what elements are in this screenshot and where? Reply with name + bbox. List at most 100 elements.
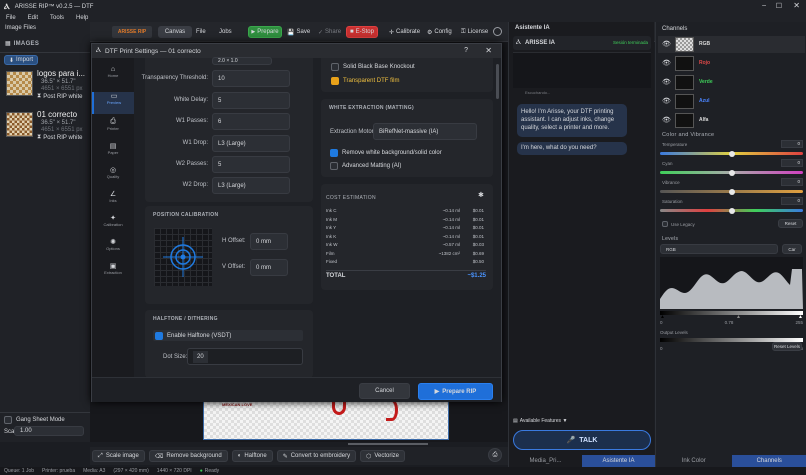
- nav-preview[interactable]: ▭ Preview: [92, 92, 134, 114]
- nav-calibration[interactable]: ✦ Calibration: [92, 214, 134, 234]
- minimize-button[interactable]: –: [762, 2, 766, 9]
- auto-levels-button[interactable]: Car: [782, 244, 802, 254]
- cancel-button[interactable]: Cancel: [359, 383, 410, 399]
- use-legacy-toggle[interactable]: Use Legacy: [662, 221, 695, 227]
- slider-value-box[interactable]: 0: [781, 178, 803, 186]
- halftone-button[interactable]: ◐ Halftone: [231, 450, 273, 462]
- file-item[interactable]: 01 correcto 36.5" × 51.7" 4651 × 6551 px…: [4, 110, 88, 144]
- calibrate-button[interactable]: ✛ Calibrate: [389, 26, 420, 38]
- slider-value-box[interactable]: 0: [781, 159, 803, 167]
- channel-row[interactable]: 👁 Alfa: [658, 112, 805, 129]
- slider-value-box[interactable]: 0: [781, 140, 803, 148]
- dot-size-input[interactable]: 20: [187, 348, 303, 365]
- nav-quality[interactable]: ◎ Quality: [92, 166, 134, 186]
- levels-channel-select[interactable]: RGB: [660, 244, 778, 254]
- halftone-toggle[interactable]: Enable Halftone (VSDT): [153, 330, 303, 341]
- w1-drop-select[interactable]: L3 (Large): [212, 135, 290, 152]
- canvas-scrollbar[interactable]: [348, 443, 428, 445]
- remove-bg-toggle[interactable]: Remove white background/solid color: [330, 148, 476, 158]
- h-offset-input[interactable]: 0 mm: [250, 233, 288, 250]
- remove-bg-checkbox[interactable]: [330, 149, 338, 157]
- dialog-scroll-thumb[interactable]: [496, 64, 499, 99]
- knockout-checkbox[interactable]: [331, 63, 339, 71]
- prepare-button[interactable]: ▶ Prepare: [248, 26, 282, 38]
- file-item[interactable]: logos para i... 36.5" × 51.7" 4651 × 655…: [4, 69, 88, 103]
- embroidery-button[interactable]: ✎ Convert to embroidery: [276, 450, 357, 462]
- scale-image-button[interactable]: ⤢ Scale image: [92, 450, 145, 462]
- nav-options[interactable]: ✺ Options: [92, 238, 134, 258]
- tab-assistant[interactable]: Asistente IA: [582, 455, 655, 467]
- gang-sheet-toggle[interactable]: Gang Sheet Mode: [4, 416, 65, 424]
- w2-drop-select[interactable]: L3 (Large): [212, 177, 290, 194]
- v-offset-input[interactable]: 0 mm: [250, 259, 288, 276]
- w1-passes-input[interactable]: 6: [212, 113, 290, 130]
- transparency-threshold-input[interactable]: 10: [212, 70, 290, 87]
- w2-passes-input[interactable]: 5: [212, 156, 290, 173]
- menu-help[interactable]: Help: [76, 15, 88, 21]
- license-button[interactable]: ⚿ License: [461, 26, 488, 38]
- power-icon[interactable]: [493, 27, 502, 36]
- help-button[interactable]: ?: [464, 47, 468, 54]
- eye-icon[interactable]: 👁: [662, 116, 671, 124]
- slider-knob[interactable]: [728, 207, 735, 214]
- share-button[interactable]: ✓ Share: [318, 26, 341, 38]
- features-toggle[interactable]: ▤ Available Features ▼: [513, 418, 567, 424]
- assistant-input[interactable]: Escuchando...: [513, 90, 651, 97]
- nav-home[interactable]: ⌂ Home: [92, 66, 134, 86]
- gang-checkbox[interactable]: [4, 416, 12, 424]
- engine-select[interactable]: BiRefNet-massive (IA): [373, 123, 477, 140]
- input-levels-track[interactable]: [660, 311, 803, 315]
- slider-track[interactable]: [660, 207, 803, 214]
- use-legacy-checkbox[interactable]: [662, 221, 668, 227]
- white-delay-input[interactable]: 5: [212, 92, 290, 109]
- estop-button[interactable]: ■ E-Stop: [346, 26, 378, 38]
- slider-knob[interactable]: [728, 169, 735, 176]
- tab-channels[interactable]: Channels: [731, 455, 806, 467]
- refresh-icon[interactable]: ✱: [478, 191, 484, 199]
- menu-edit[interactable]: Edit: [28, 15, 38, 21]
- transparent-film-toggle[interactable]: Transparent DTF film: [331, 76, 481, 86]
- maximize-button[interactable]: ☐: [776, 2, 782, 10]
- remove-background-button[interactable]: ⌫ Remove background: [148, 450, 228, 462]
- halftone-checkbox[interactable]: [155, 331, 163, 340]
- eye-icon[interactable]: 👁: [662, 78, 671, 86]
- dialog-scrollbar[interactable]: [502, 58, 505, 377]
- print-icon[interactable]: ⎙: [488, 448, 502, 462]
- calibration-grid[interactable]: [154, 228, 212, 286]
- slider-knob[interactable]: [728, 188, 735, 195]
- prepare-rip-button[interactable]: ▶ Prepare RIP: [418, 383, 493, 400]
- tab-media[interactable]: Media_Pri...: [509, 458, 582, 464]
- top-field[interactable]: 2.0 × 1.0: [212, 57, 272, 65]
- eye-icon[interactable]: 👁: [662, 59, 671, 67]
- vectorize-button[interactable]: ⬡ Vectorize: [360, 450, 406, 462]
- tab-file[interactable]: File: [196, 26, 206, 38]
- close-window-button[interactable]: ✕: [793, 1, 800, 10]
- slider-value-box[interactable]: 0: [781, 197, 803, 205]
- channel-row[interactable]: 👁 Rojo: [658, 55, 805, 72]
- canvas-sheet[interactable]: MEXICAN LOVE: [203, 398, 449, 440]
- channel-row[interactable]: 👁 Azul: [658, 93, 805, 110]
- slider-track[interactable]: [660, 150, 803, 157]
- nav-printer[interactable]: ⎙ Printer: [92, 118, 134, 138]
- menu-file[interactable]: File: [6, 15, 16, 21]
- tab-jobs[interactable]: Jobs: [219, 26, 232, 38]
- transparent-checkbox[interactable]: [331, 77, 339, 85]
- scale-input[interactable]: 1.00: [14, 426, 84, 436]
- nav-extraction[interactable]: ▣ Extraction: [92, 262, 134, 282]
- tab-ink-color[interactable]: Ink Color: [656, 458, 732, 464]
- nav-inks[interactable]: ∠ Inks: [92, 190, 134, 210]
- slider-track[interactable]: [660, 188, 803, 195]
- import-button[interactable]: ⬇ Import: [4, 55, 38, 65]
- tab-canvas[interactable]: Canvas: [158, 26, 192, 38]
- talk-button[interactable]: 🎤 TALK: [513, 430, 651, 450]
- config-button[interactable]: ⚙ Config: [427, 26, 452, 38]
- slider-knob[interactable]: [728, 150, 735, 157]
- eye-icon[interactable]: 👁: [662, 40, 671, 48]
- reset-button[interactable]: Reset: [778, 219, 803, 228]
- channel-row[interactable]: 👁 Verde: [658, 74, 805, 91]
- eye-icon[interactable]: 👁: [662, 97, 671, 105]
- menu-tools[interactable]: Tools: [50, 15, 64, 21]
- knockout-toggle[interactable]: Solid Black Base Knockout: [331, 62, 481, 72]
- channel-row[interactable]: 👁 RGB: [658, 36, 805, 53]
- adv-matting-checkbox[interactable]: [330, 162, 338, 170]
